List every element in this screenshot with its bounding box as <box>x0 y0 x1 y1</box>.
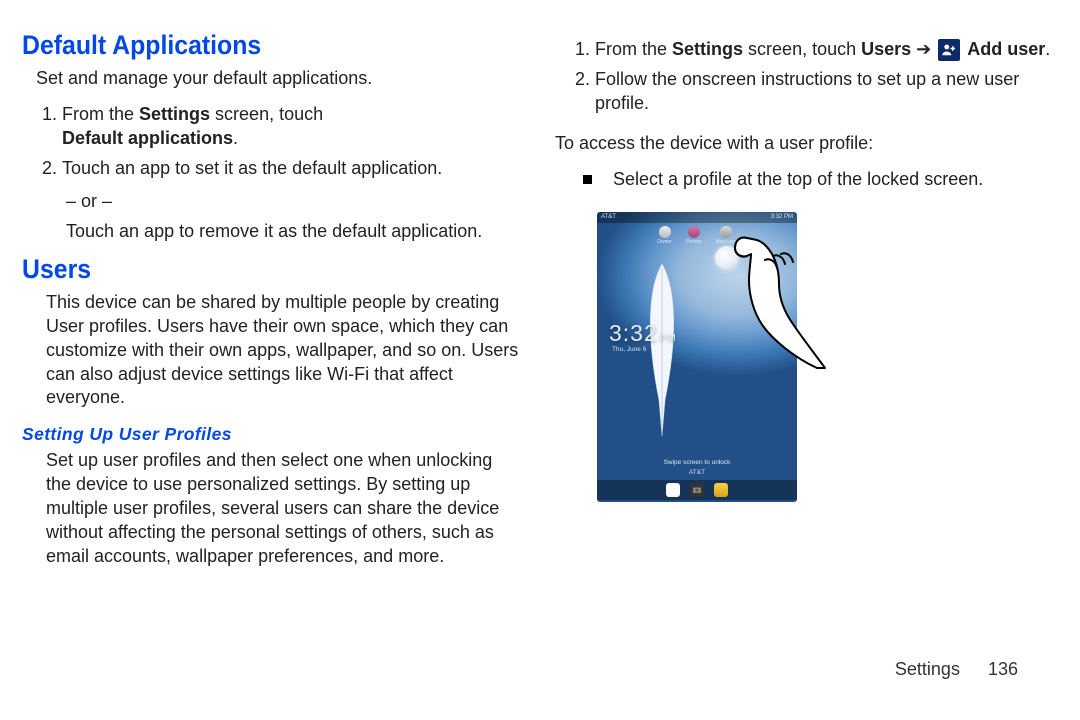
clock-ampm: PM <box>660 333 677 344</box>
profile-owner: Owner <box>657 226 672 245</box>
avatar-icon <box>659 226 671 238</box>
lock-date: Thu, June 6 <box>612 346 646 353</box>
left-column: Default Applications Set and manage your… <box>22 30 543 702</box>
profile-setup-steps: From the Settings screen, touch Users ➔ … <box>573 32 1052 122</box>
step-bold: Default applications <box>62 128 233 148</box>
arrow-icon: ➔ <box>911 39 936 59</box>
profile-label: Person <box>686 239 702 245</box>
step-item: Touch an app to set it as the default ap… <box>62 157 519 181</box>
page-footer: Settings 136 <box>895 659 1018 680</box>
carrier-label: AT&T <box>597 469 797 476</box>
step-text: Follow the onscreen instructions to set … <box>595 69 1019 113</box>
clock-value: 3:32 <box>609 320 658 346</box>
footer-page-number: 136 <box>988 659 1018 679</box>
right-column: From the Settings screen, touch Users ➔ … <box>543 30 1052 702</box>
bullet-item: Select a profile at the top of the locke… <box>583 168 1052 192</box>
step-bold: Add user <box>967 39 1045 59</box>
step-text: From the <box>595 39 672 59</box>
manual-page: Default Applications Set and manage your… <box>0 0 1080 720</box>
users-intro: This device can be shared by multiple pe… <box>46 291 519 411</box>
lock-clock: 3:32PM <box>609 320 677 347</box>
step-text: Touch an app to set it as the default ap… <box>62 158 442 178</box>
step-text: screen, touch <box>743 39 861 59</box>
step-alternative: Touch an app to remove it as the default… <box>66 220 519 244</box>
step-text: . <box>233 128 238 148</box>
step-text: From the <box>62 104 139 124</box>
default-applications-steps: From the Settings screen, touch Default … <box>40 97 519 187</box>
heading-users: Users <box>22 254 479 285</box>
or-separator: – or – <box>66 191 519 212</box>
dock-bar: g <box>597 480 797 500</box>
heading-setting-up-user-profiles: Setting Up User Profiles <box>22 424 519 445</box>
status-carrier: AT&T <box>601 214 616 220</box>
setup-profiles-intro: Set up user profiles and then select one… <box>46 449 519 569</box>
step-item: Follow the onscreen instructions to set … <box>595 68 1052 116</box>
step-item: From the Settings screen, touch Users ➔ … <box>595 38 1052 62</box>
profile-person: Person <box>686 226 702 245</box>
step-bold: Settings <box>672 39 743 59</box>
step-text: screen, touch <box>210 104 323 124</box>
hand-illustration <box>717 220 827 370</box>
camera-icon <box>690 483 704 497</box>
step-text: . <box>1045 39 1050 59</box>
footer-section: Settings <box>895 659 960 679</box>
step-item: From the Settings screen, touch Default … <box>62 103 519 151</box>
avatar-icon <box>688 226 700 238</box>
profile-label: Owner <box>657 239 672 245</box>
default-applications-intro: Set and manage your default applications… <box>36 67 519 91</box>
device-screenshot-illustration: AT&T 3:32 PM Owner Person New user 3:32P… <box>597 212 797 502</box>
access-profile-line: To access the device with a user profile… <box>555 132 1052 156</box>
add-user-icon <box>938 39 960 61</box>
google-icon: g <box>666 483 680 497</box>
step-bold: Users <box>861 39 911 59</box>
app-icon <box>714 483 728 497</box>
step-bold: Settings <box>139 104 210 124</box>
heading-default-applications: Default Applications <box>22 30 479 61</box>
access-profile-bullets: Select a profile at the top of the locke… <box>583 164 1052 196</box>
swipe-hint: Swipe screen to unlock <box>597 459 797 466</box>
